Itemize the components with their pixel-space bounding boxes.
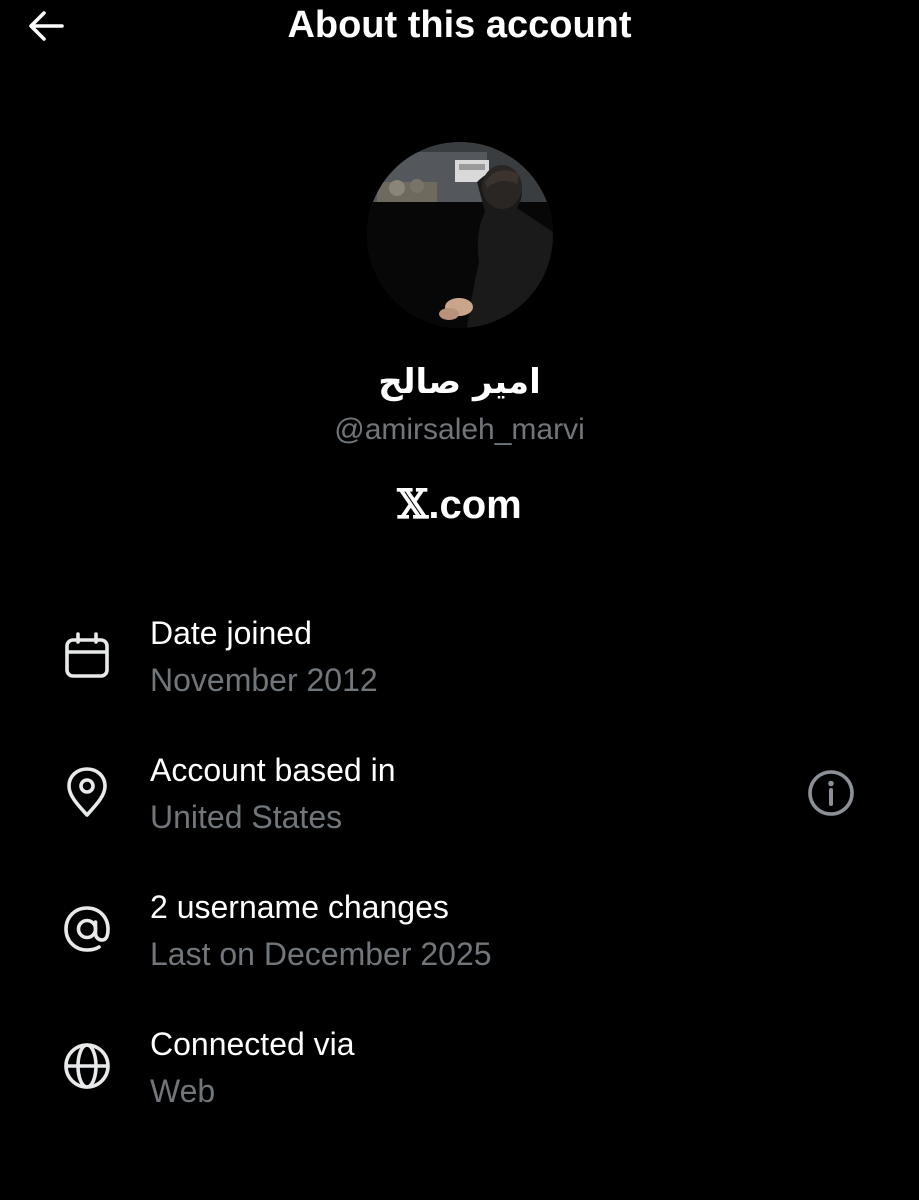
info-icon [808, 770, 854, 816]
location-info-button[interactable] [806, 768, 856, 818]
page-title: About this account [287, 4, 632, 46]
username-changes-row: 2 username changes Last on December 2025 [0, 884, 919, 994]
display-name: امیر صالح [378, 362, 541, 402]
location-pin-icon [67, 767, 107, 817]
connected-via-value: Web [150, 1073, 216, 1109]
username-changes-value: Last on December 2025 [150, 936, 492, 972]
username-handle: @amirsaleh_marvi [334, 413, 585, 446]
account-location-row: Account based in United States [0, 747, 919, 857]
top-bar: About this account [0, 0, 919, 60]
connected-via-label: Connected via [150, 1026, 355, 1062]
globe-icon [64, 1043, 110, 1089]
calendar-icon [65, 632, 109, 678]
date-joined-label: Date joined [150, 615, 312, 651]
account-location-label: Account based in [150, 752, 396, 788]
date-joined-value: November 2012 [150, 662, 378, 698]
date-joined-row: Date joined November 2012 [0, 610, 919, 720]
platform-label: 𝕏.com [0, 482, 919, 528]
at-sign-icon [64, 906, 110, 952]
username-changes-label: 2 username changes [150, 889, 449, 925]
account-location-value: United States [150, 799, 343, 835]
x-logo-icon: 𝕏 [397, 481, 429, 528]
avatar [367, 142, 553, 328]
platform-domain: .com [428, 483, 522, 527]
connected-via-row: Connected via Web [0, 1021, 919, 1131]
